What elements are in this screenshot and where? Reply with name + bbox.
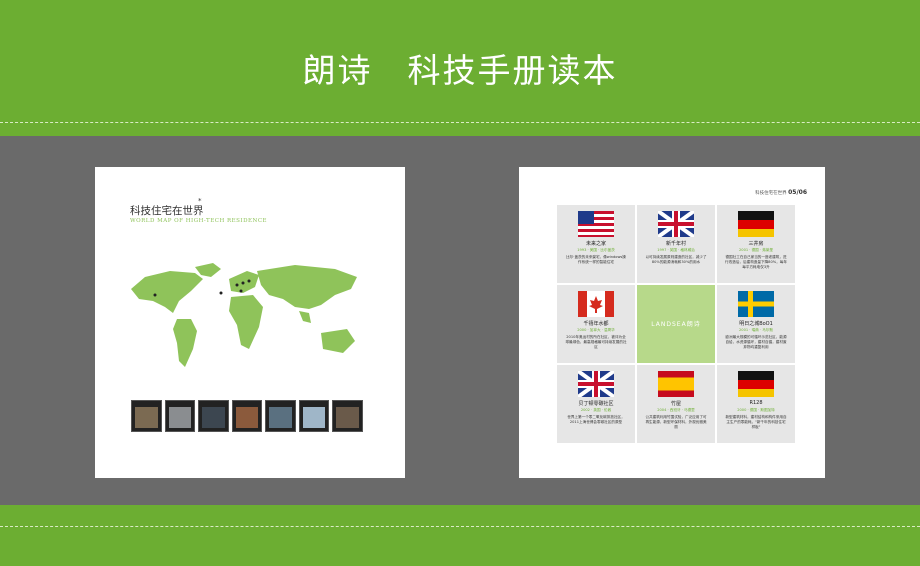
cell-name: 贝丁顿零碳社区 [578, 401, 614, 407]
left-page-thumbnail[interactable]: 科技住宅在世界 * WORLD MAP OF HIGH-TECH RESIDEN… [95, 167, 405, 478]
cell-meta: 2004 · 西班牙 · 马德里 [657, 408, 695, 412]
map-subtitle: WORLD MAP OF HIGH-TECH RESIDENCE [130, 218, 268, 224]
cell-meta: 2001 · 瑞典 · 马尔默 [739, 328, 773, 332]
world-map-icon [131, 263, 357, 367]
uk-flag-icon [578, 371, 614, 397]
germany-flag-icon [738, 371, 774, 397]
grid-cell[interactable]: 千禧年水都 2000 · 加拿大 · 温哥华 2010年奥运村的所在社区，被评为… [557, 285, 635, 363]
logo-cell: LANDSEA朗诗 [637, 285, 715, 363]
header-dashed-line [0, 122, 920, 123]
germany-flag-icon [738, 211, 774, 237]
photo-strip [131, 400, 364, 436]
grid-cell[interactable]: 未来之家 1993 · 美国 · 比尔盖茨 比尔·盖茨的未来豪宅，像window… [557, 205, 635, 283]
cell-meta: 2001 · 德国 · 弗莱堡 [739, 248, 773, 252]
uk-flag-icon [658, 211, 694, 237]
page-title: 朗诗 科技手册读本 [302, 51, 618, 90]
grid-cell[interactable]: 三井房 2001 · 德国 · 弗莱堡 德国社工在自己家当的一座老建筑，进行改造… [717, 205, 795, 283]
cell-description: 德国社工在自己家当的一座老建筑，进行改造后，后建构造量下降80%，每年每平方耗电… [725, 255, 787, 269]
grid-cell[interactable]: 竹屋 2004 · 西班牙 · 马德里 公共建筑利用竹围试验，广泛应用了可再生能… [637, 365, 715, 443]
footer-band [0, 505, 920, 566]
cell-name: 竹屋 [670, 401, 681, 407]
cell-name: 三井房 [748, 241, 764, 247]
cell-meta: 2000 · 德国 · 斯图加特 [737, 408, 775, 412]
footer-dashed-line [0, 526, 920, 527]
residence-grid: 未来之家 1993 · 美国 · 比尔盖茨 比尔·盖茨的未来豪宅，像window… [557, 205, 795, 443]
photo-thumbnail[interactable] [332, 400, 364, 432]
grid-cell[interactable]: 贝丁顿零碳社区 2002 · 英国 · 伦敦 世界上第一个零二氧化碳排放社区，2… [557, 365, 635, 443]
cell-description: 欧洲最大规模的可循环示范社区，能源自给，水资源循环，建材自循，建材废弃物均重复利… [725, 335, 787, 349]
cell-name: R128 [749, 400, 763, 406]
cell-description: 新型建筑材料，建材结构和构件采用自主生产的零能耗，"新千年的科技住宅样板" [725, 415, 787, 429]
map-title-mark: * [198, 197, 202, 205]
cell-name: 千禧年水都 [583, 321, 609, 327]
page-header: 科技住宅在世界 05/06 [755, 189, 807, 196]
landsea-logo: LANDSEA朗诗 [651, 321, 701, 328]
photo-thumbnail[interactable] [265, 400, 296, 432]
photo-thumbnail[interactable] [231, 400, 263, 432]
cell-description: 以可持续发展原则建造的社区，减少了80%的能源消耗和30%的用水 [645, 255, 707, 264]
grid-cell[interactable]: 新千年村 1997 · 英国 · 格林威治 以可持续发展原则建造的社区，减少了8… [637, 205, 715, 283]
cell-name: 明日之城BoO1 [739, 321, 773, 327]
cell-name: 未来之家 [585, 241, 606, 247]
cell-description: 2010年奥运村的所在社区，被评为全球最绿色，最高规格最可持续发展的社区 [565, 335, 627, 349]
cell-description: 比尔·盖茨的未来豪宅，像windows操作系统一样的智能住宅 [566, 255, 626, 264]
cell-meta: 1993 · 美国 · 比尔盖茨 [577, 248, 615, 252]
cell-description: 公共建筑利用竹围试验，广泛应用了可再生能源，新型环保材料，外观优雅美丽 [645, 415, 707, 429]
photo-thumbnail[interactable] [164, 400, 196, 432]
map-title: 科技住宅在世界 [130, 205, 204, 217]
photo-thumbnail[interactable] [298, 400, 330, 432]
cell-meta: 2000 · 加拿大 · 温哥华 [577, 328, 615, 332]
usa-flag-icon [578, 211, 614, 237]
photo-thumbnail[interactable] [131, 400, 162, 432]
cell-meta: 2002 · 英国 · 伦敦 [580, 408, 612, 412]
cell-name: 新千年村 [665, 241, 686, 247]
canada-flag-icon [578, 291, 614, 317]
cell-description: 世界上第一个零二氧化碳排放社区，2011上海世博会零碳社区的原型 [567, 415, 625, 424]
spain-flag-icon [658, 371, 694, 397]
grid-cell[interactable]: R128 2000 · 德国 · 斯图加特 新型建筑材料，建材结构和构件采用自主… [717, 365, 795, 443]
sweden-flag-icon [738, 291, 774, 317]
grid-cell[interactable]: 明日之城BoO1 2001 · 瑞典 · 马尔默 欧洲最大规模的可循环示范社区，… [717, 285, 795, 363]
photo-thumbnail[interactable] [198, 400, 229, 432]
cell-meta: 1997 · 英国 · 格林威治 [657, 248, 695, 252]
right-page-thumbnail[interactable]: 科技住宅在世界 05/06 未来之家 1993 · 美国 · 比尔盖茨 比尔·盖… [519, 167, 825, 478]
